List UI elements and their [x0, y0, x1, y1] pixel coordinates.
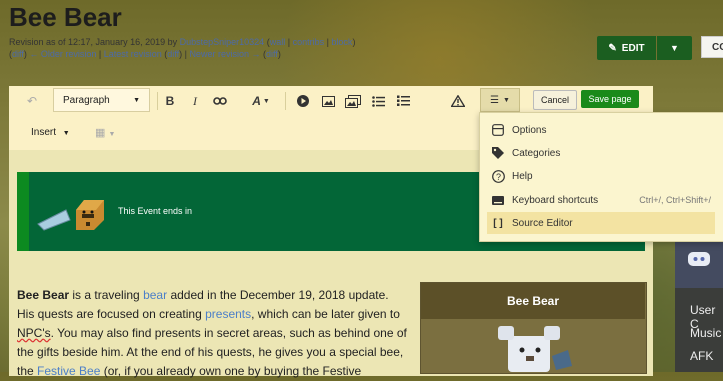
paragraph-format-select[interactable]: Paragraph ▼	[53, 88, 150, 112]
toolbar-divider	[285, 92, 286, 110]
source-icon: [ ]	[493, 217, 503, 229]
table-icon[interactable]: ▦ ▼	[95, 126, 115, 139]
toolbar-divider	[157, 92, 158, 110]
newer-revision-link[interactable]: Newer revision →	[189, 49, 260, 59]
bold-icon[interactable]: B	[162, 93, 178, 109]
latest-revision-link[interactable]: Latest revision	[104, 49, 162, 59]
cancel-button[interactable]: Cancel	[533, 90, 577, 110]
contribs-link[interactable]: contribs	[293, 37, 325, 47]
bee-bear-thumbnail	[36, 196, 108, 237]
keyboard-icon	[491, 195, 505, 205]
menu-item-options[interactable]: Options	[487, 119, 715, 141]
block-link[interactable]: block	[331, 37, 352, 47]
diff-link[interactable]: diff	[12, 49, 24, 59]
chevron-down-icon: ▼	[503, 96, 510, 104]
link-icon[interactable]	[211, 93, 229, 109]
sidebar-line-music: Music	[690, 326, 722, 340]
revision-info: Revision as of 12:17, January 16, 2019 b…	[9, 37, 356, 47]
pencil-icon: ✎	[608, 42, 617, 54]
keyboard-shortcut-hint: Ctrl+/, Ctrl+Shift+/	[639, 195, 711, 205]
svg-text:?: ?	[495, 171, 500, 181]
options-icon	[491, 124, 505, 136]
gallery-icon[interactable]	[344, 93, 362, 109]
older-revision-link[interactable]: ← Older revision	[29, 49, 96, 59]
edit-button[interactable]: ✎ EDIT	[597, 36, 656, 60]
discord-icon	[688, 250, 710, 273]
presents-link[interactable]: presents	[205, 307, 251, 321]
page-title: Bee Bear	[9, 2, 122, 32]
chevron-down-icon: ▼	[62, 130, 70, 137]
tag-icon	[491, 147, 505, 159]
edit-dropdown-button[interactable]: ▼	[657, 36, 692, 60]
page-options-menu-button[interactable]: ☰ ▼	[480, 88, 520, 112]
event-countdown-text: This Event ends in	[118, 206, 193, 216]
numbered-list-icon[interactable]	[395, 93, 411, 109]
menu-item-categories[interactable]: Categories	[487, 142, 715, 164]
bullet-list-icon[interactable]	[370, 93, 386, 109]
help-icon: ?	[491, 169, 505, 183]
save-page-button[interactable]: Save page	[581, 90, 639, 108]
sidebar-line-afk: AFK	[690, 349, 714, 363]
undo-icon[interactable]: ↶	[22, 93, 42, 109]
infobox-title: Bee Bear	[421, 283, 645, 319]
comments-button[interactable]: CO	[701, 36, 723, 58]
menu-item-source-editor[interactable]: [ ] Source Editor	[487, 212, 715, 234]
revision-user-link[interactable]: DubstepSniper10324	[180, 37, 265, 47]
bee-bear-image	[488, 326, 574, 377]
warning-icon[interactable]	[450, 93, 466, 109]
hamburger-icon: ☰	[490, 94, 500, 106]
revision-nav: (diff) ← Older revision | Latest revisio…	[9, 49, 281, 59]
festive-bee-link[interactable]: Festive Bee	[37, 364, 100, 378]
italic-icon[interactable]: I	[187, 93, 203, 109]
wall-link[interactable]: wall	[270, 37, 286, 47]
bear-link[interactable]: bear	[143, 288, 167, 302]
image-icon[interactable]	[320, 93, 336, 109]
diff-link-3[interactable]: diff	[266, 49, 278, 59]
chevron-down-icon: ▼	[133, 96, 140, 104]
media-play-icon[interactable]	[295, 93, 311, 109]
npc-text: NPC's	[17, 326, 51, 340]
chevron-down-icon: ▼	[670, 43, 679, 53]
article-body: Bee Bear is a traveling bear added in th…	[17, 288, 407, 378]
banner-accent	[17, 172, 29, 251]
diff-link-2[interactable]: diff	[167, 49, 179, 59]
menu-item-keyboard-shortcuts[interactable]: Keyboard shortcuts Ctrl+/, Ctrl+Shift+/	[487, 189, 715, 211]
insert-menu[interactable]: Insert ▼	[31, 127, 70, 138]
text-style-icon[interactable]: A ▼	[249, 93, 273, 109]
menu-item-help[interactable]: ? Help	[487, 165, 715, 187]
